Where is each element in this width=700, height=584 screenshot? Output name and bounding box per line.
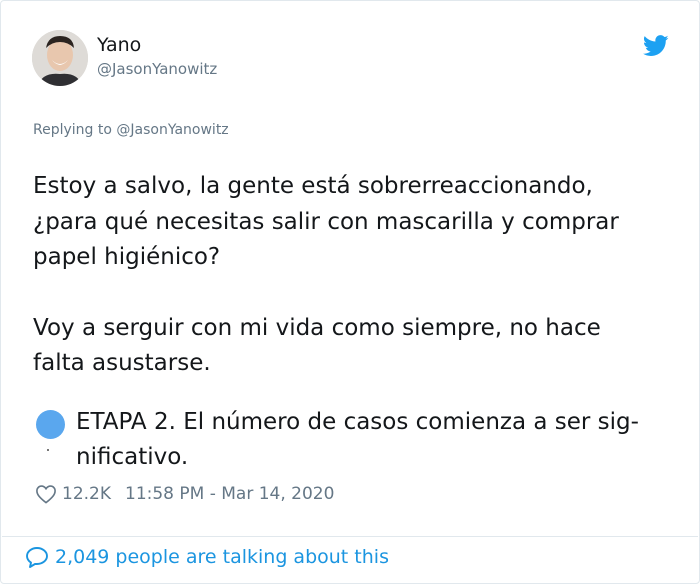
replying-to: Replying to @JasonYanowitz bbox=[33, 122, 229, 138]
twitter-bird-icon[interactable] bbox=[642, 35, 669, 57]
talking-link[interactable]: 2,049 people are talking about this bbox=[25, 546, 389, 568]
like-count[interactable]: 12.2K bbox=[62, 484, 111, 504]
author-name[interactable]: Yano bbox=[97, 34, 141, 56]
talking-text[interactable]: 2,049 people are talking about this bbox=[55, 546, 389, 568]
author-handle[interactable]: @JasonYanowitz bbox=[97, 60, 217, 78]
tweet-paragraph-1: Estoy a salvo, la gente está sobrerreacc… bbox=[33, 173, 619, 270]
tweet-text: Estoy a salvo, la gente está sobrerreacc… bbox=[33, 169, 683, 382]
timestamp[interactable]: 11:58 PM - Mar 14, 2020 bbox=[125, 484, 334, 504]
divider bbox=[2, 536, 698, 537]
blue-circle-icon bbox=[36, 410, 65, 439]
tweet-meta: 12.2K 11:58 PM - Mar 14, 2020 bbox=[35, 484, 334, 504]
tweet-card: Yano @JasonYanowitz Replying to @JasonYa… bbox=[0, 0, 700, 584]
replying-handle-link[interactable]: @JasonYanowitz bbox=[116, 122, 228, 138]
etapa-line: ETAPA 2. El número de casos comienza a s… bbox=[33, 405, 683, 475]
heart-icon[interactable] bbox=[35, 484, 57, 504]
dot-mark bbox=[47, 449, 49, 451]
etapa-text: ETAPA 2. El número de casos comienza a s… bbox=[76, 409, 639, 470]
speech-bubble-icon bbox=[25, 546, 49, 568]
tweet-paragraph-2: Voy a serguir con mi vida como siempre, … bbox=[33, 314, 601, 377]
avatar[interactable] bbox=[32, 30, 88, 86]
replying-prefix: Replying to bbox=[33, 122, 117, 138]
